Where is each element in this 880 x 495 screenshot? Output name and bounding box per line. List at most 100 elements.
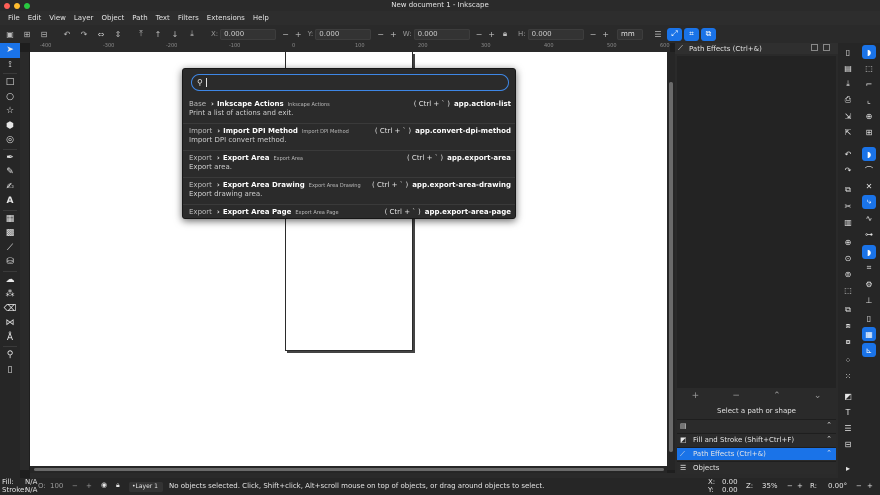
snap-edge-icon[interactable]: ⌐ (862, 77, 876, 91)
move-down-icon[interactable]: ⌄ (814, 391, 822, 403)
snap-intersection-icon[interactable]: ✕ (862, 179, 876, 193)
command-item[interactable]: Import › Import DPI Method Import DPI Metho… (183, 124, 515, 151)
ellipse-tool-icon[interactable]: ○ (0, 90, 20, 105)
snap-smooth-icon[interactable]: ∿ (862, 211, 876, 225)
rotate-decrement-button[interactable]: − (856, 482, 862, 490)
text-tool-icon[interactable]: A (0, 194, 20, 209)
horizontal-scrollbar[interactable] (30, 466, 667, 473)
zoom-drawing-icon[interactable]: ⊙ (841, 251, 855, 265)
lock-proportions-icon[interactable]: 🔒︎ (498, 27, 512, 41)
snap-corner-icon[interactable]: ⌞ (862, 93, 876, 107)
rotate-ccw-icon[interactable]: ↶ (60, 27, 74, 41)
snap-page-border-icon[interactable]: ▯ (862, 311, 876, 325)
new-document-icon[interactable]: ▯ (841, 45, 855, 59)
redo-icon[interactable]: ↷ (841, 163, 855, 177)
export-icon[interactable]: ⇱ (841, 125, 855, 139)
save-document-icon[interactable]: ⤓ (841, 77, 855, 91)
lock-icon[interactable]: 🔒︎ (116, 481, 120, 490)
selector-tool-icon[interactable]: ➤ (0, 43, 20, 58)
remove-effect-icon[interactable]: − (732, 391, 740, 403)
spiral-tool-icon[interactable]: ◎ (0, 133, 20, 148)
star-tool-icon[interactable]: ☆ (0, 104, 20, 119)
open-document-icon[interactable]: ▤ (841, 61, 855, 75)
h-decrement-button[interactable]: − (590, 30, 597, 39)
add-effect-icon[interactable]: + (692, 391, 700, 403)
y-decrement-button[interactable]: − (377, 30, 384, 39)
ungroup-icon[interactable]: ⁙ (841, 369, 855, 383)
dock-tab-path-effects[interactable]: ⟋ Path Effects (Ctrl+&) ⌃ (677, 447, 836, 460)
mesh-tool-icon[interactable]: ▩ (0, 226, 20, 241)
raise-icon[interactable]: ↑ (151, 27, 165, 41)
tweak-tool-icon[interactable]: ☁ (0, 273, 20, 288)
snap-grid-icon[interactable]: ▦ (862, 327, 876, 341)
pen-tool-icon[interactable]: ✒ (0, 151, 20, 166)
calligraphy-tool-icon[interactable]: ✍ (0, 180, 20, 195)
snap-center-icon[interactable]: ⊕ (862, 109, 876, 123)
w-decrement-button[interactable]: − (476, 30, 483, 39)
clone-icon[interactable]: ⧈ (841, 319, 855, 333)
eye-icon[interactable]: ◉ (101, 481, 107, 489)
snap-cusp-icon[interactable]: ⤷ (862, 195, 876, 209)
y-increment-button[interactable]: + (390, 30, 397, 39)
unit-select[interactable]: mm (617, 28, 643, 40)
zoom-field[interactable]: 35% (762, 482, 778, 490)
x-field[interactable]: 0.000 (220, 28, 277, 40)
w-field[interactable]: 0.000 (413, 28, 470, 40)
menu-layer[interactable]: Layer (70, 14, 98, 22)
rotate-cw-icon[interactable]: ↷ (77, 27, 91, 41)
snap-rotation-center-icon[interactable]: ⚙ (862, 277, 876, 291)
dock-tab-objects[interactable]: ☰ Objects (677, 461, 836, 474)
menu-extensions[interactable]: Extensions (203, 14, 249, 22)
cut-icon[interactable]: ✂ (841, 199, 855, 213)
zoom-page-icon[interactable]: ⊚ (841, 267, 855, 281)
dropper-tool-icon[interactable]: ⟋ (0, 241, 20, 256)
rectangle-tool-icon[interactable]: □ (0, 75, 20, 90)
menu-help[interactable]: Help (249, 14, 273, 22)
select-all-layers-icon[interactable]: ⊞ (20, 27, 34, 41)
layer-select[interactable]: •Layer 1 (129, 482, 163, 492)
snap-center-object-icon[interactable]: ⌗ (862, 261, 876, 275)
flip-horizontal-icon[interactable]: ⇔ (94, 27, 108, 41)
snap-others-icon[interactable]: ◗ (862, 245, 876, 259)
scale-corners-icon[interactable]: ⌗ (684, 27, 699, 41)
align-dialog-icon[interactable]: ⊟ (841, 437, 855, 451)
eraser-tool-icon[interactable]: ⌫ (0, 302, 20, 317)
opacity-field[interactable]: 100 (50, 482, 63, 490)
node-tool-icon[interactable]: ⟟ (0, 58, 20, 73)
dock-tab-document[interactable]: ▤ ⌃ (677, 419, 836, 432)
copy-icon[interactable]: ⧉ (841, 183, 855, 197)
select-all-icon[interactable]: ▣ (3, 27, 17, 41)
menu-file[interactable]: File (4, 14, 24, 22)
command-search-input[interactable]: ⚲ (191, 74, 509, 91)
zoom-tool-icon[interactable]: ⚲ (0, 348, 20, 363)
opacity-decrement-button[interactable]: − (72, 482, 78, 490)
pages-tool-icon[interactable]: ▯ (0, 363, 20, 378)
snap-guide-icon[interactable]: ⊾ (862, 343, 876, 357)
w-increment-button[interactable]: + (488, 30, 495, 39)
menu-object[interactable]: Object (97, 14, 128, 22)
menu-path[interactable]: Path (128, 14, 151, 22)
command-item[interactable]: Export › Export Area Page Export Area Page … (183, 205, 515, 218)
vertical-scrollbar-thumb[interactable] (669, 82, 673, 452)
snap-toggle-icon[interactable]: ◗ (862, 45, 876, 59)
x-increment-button[interactable]: + (295, 30, 302, 39)
horizontal-scrollbar-thumb[interactable] (34, 468, 664, 471)
h-field[interactable]: 0.000 (527, 28, 584, 40)
zoom-page-width-icon[interactable]: ⬚ (841, 283, 855, 297)
command-item[interactable]: Base › Inkscape Actions Inkscape Actions ( … (183, 97, 515, 124)
move-up-icon[interactable]: ⌃ (773, 391, 781, 403)
snap-bbox-icon[interactable]: ⬚ (862, 61, 876, 75)
command-item[interactable]: Export › Export Area Drawing Export Area Dr… (183, 178, 515, 205)
gradient-tool-icon[interactable]: ▦ (0, 212, 20, 227)
dock-float-button[interactable] (811, 44, 818, 51)
transform-options-icon[interactable]: ☰ (651, 27, 665, 41)
text-font-dialog-icon[interactable]: T (841, 405, 855, 419)
zoom-out-button[interactable]: − (787, 482, 793, 490)
vertical-scrollbar[interactable] (667, 52, 675, 470)
h-increment-button[interactable]: + (602, 30, 609, 39)
opacity-increment-button[interactable]: + (86, 482, 92, 490)
spray-tool-icon[interactable]: ⁂ (0, 287, 20, 302)
scale-stroke-icon[interactable]: ⤢ (667, 27, 682, 41)
connector-tool-icon[interactable]: ⋈ (0, 316, 20, 331)
snap-nodes-icon[interactable]: ◗ (862, 147, 876, 161)
